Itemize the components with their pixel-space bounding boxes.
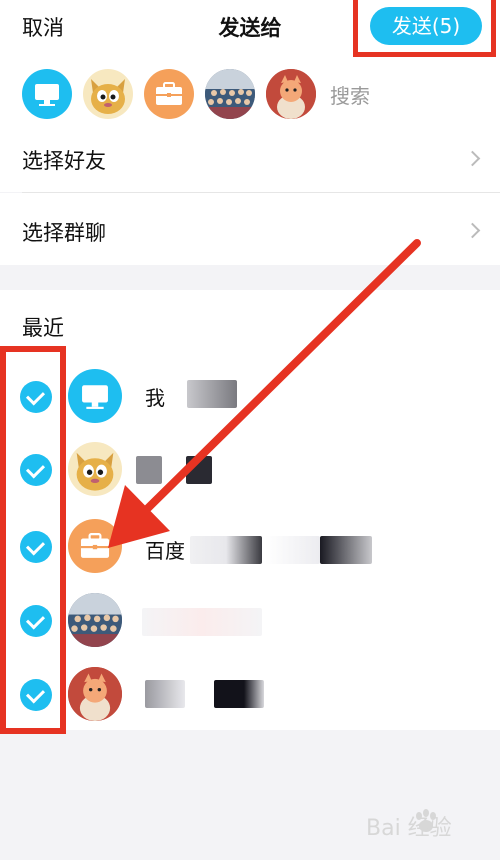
watermark-text: Bai 经验 bbox=[366, 816, 452, 841]
watermark: Bai 经验 bbox=[366, 800, 486, 850]
annotation-arrow bbox=[108, 239, 421, 548]
